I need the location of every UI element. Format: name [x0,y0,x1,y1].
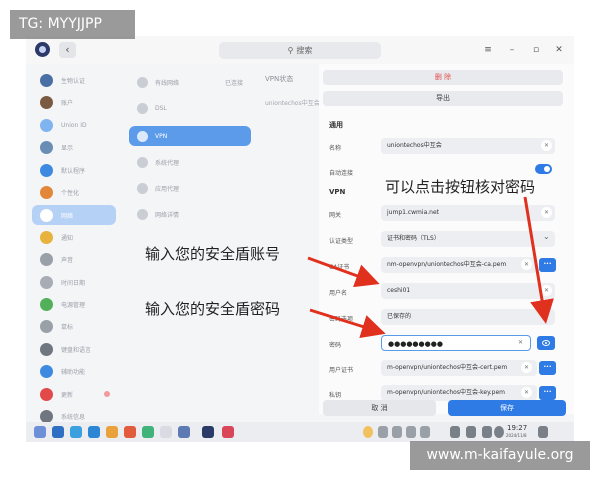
watermark-top: TG: MYYJJPP [10,10,135,39]
annotation-arrows [307,196,554,339]
arrow-to-username [307,256,380,288]
arrow-to-eye-button [523,196,554,324]
watermark-bottom: www.m-kaifayule.org [410,441,590,470]
arrow-to-password [309,308,386,339]
